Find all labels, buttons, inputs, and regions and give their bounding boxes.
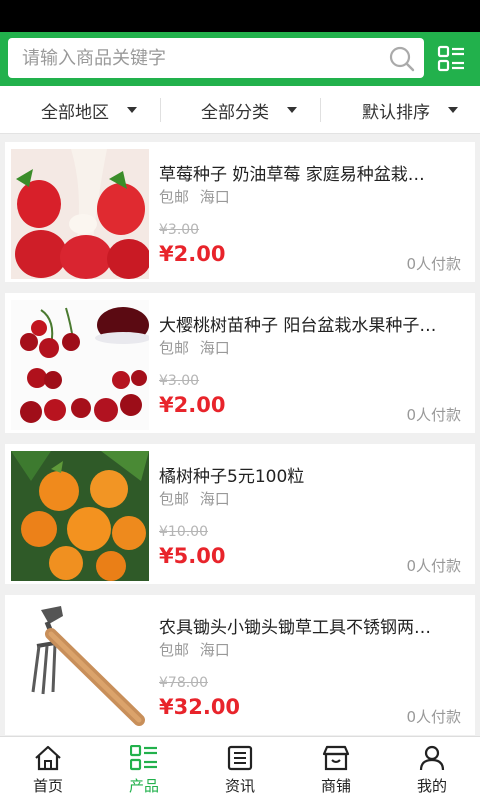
original-price: ¥10.00 — [159, 524, 208, 540]
product-title: 橘树种子5元100粒 — [159, 467, 305, 487]
shipping-tag: 包邮 — [159, 188, 190, 206]
divider — [320, 98, 321, 122]
caret-down-icon — [448, 107, 458, 113]
sale-price: ¥2.00 — [159, 393, 226, 417]
original-price: ¥3.00 — [159, 222, 200, 238]
shop-icon — [322, 745, 350, 771]
sales-count: 0人付款 — [406, 406, 461, 424]
filter-bar: 全部地区 全部分类 默认排序 — [0, 86, 480, 134]
product-title: 大樱桃树苗种子 阳台盆栽水果种子… — [159, 316, 437, 336]
product-image — [11, 602, 149, 732]
tab-home-label: 首页 — [32, 777, 63, 795]
product-grid-icon — [130, 745, 157, 771]
product-image — [11, 149, 149, 279]
sales-count: 0人付款 — [406, 255, 461, 273]
product-meta: 包邮 海口 — [159, 488, 230, 509]
sale-price: ¥5.00 — [159, 544, 226, 568]
sale-price: ¥2.00 — [159, 242, 226, 266]
news-icon — [227, 745, 253, 771]
product-meta: 包邮 海口 — [159, 186, 230, 207]
shipping-tag: 包邮 — [159, 339, 190, 357]
product-title: 草莓种子 奶油草莓 家庭易种盆栽… — [159, 165, 425, 185]
caret-down-icon — [287, 107, 297, 113]
product-image — [11, 451, 149, 581]
original-price: ¥3.00 — [159, 373, 200, 389]
tab-shop[interactable]: 商铺 — [288, 737, 384, 800]
sale-price: ¥32.00 — [159, 695, 241, 719]
search-icon[interactable] — [388, 45, 416, 73]
tab-home[interactable]: 首页 — [0, 737, 96, 800]
sales-count: 0人付款 — [406, 708, 461, 726]
filter-category[interactable]: 全部分类 — [201, 86, 297, 134]
product-card[interactable]: 橘树种子5元100粒 包邮 海口 ¥10.00 ¥5.00 0人付款 — [5, 444, 475, 584]
filter-region[interactable]: 全部地区 — [41, 86, 137, 134]
category-menu-icon[interactable] — [436, 44, 466, 74]
caret-down-icon — [127, 107, 137, 113]
product-list: 草莓种子 奶油草莓 家庭易种盆栽… 包邮 海口 ¥3.00 ¥2.00 0人付款 — [0, 134, 480, 736]
tab-products-label: 产品 — [128, 777, 159, 795]
home-icon — [35, 745, 61, 771]
shipping-tag: 包邮 — [159, 641, 190, 659]
tab-shop-label: 商铺 — [320, 777, 351, 795]
filter-category-label: 全部分类 — [201, 102, 269, 123]
shipping-tag: 包邮 — [159, 490, 190, 508]
location-tag: 海口 — [199, 641, 230, 659]
product-meta: 包邮 海口 — [159, 337, 230, 358]
divider — [160, 98, 161, 122]
tab-mine[interactable]: 我的 — [384, 737, 480, 800]
filter-sort-label: 默认排序 — [362, 102, 430, 123]
product-card[interactable]: 大樱桃树苗种子 阳台盆栽水果种子… 包邮 海口 ¥3.00 ¥2.00 0人付款 — [5, 293, 475, 433]
tab-news-label: 资讯 — [224, 777, 255, 795]
header-bar — [0, 32, 480, 86]
search-input[interactable] — [22, 46, 362, 70]
location-tag: 海口 — [199, 490, 230, 508]
product-card[interactable]: 草莓种子 奶油草莓 家庭易种盆栽… 包邮 海口 ¥3.00 ¥2.00 0人付款 — [5, 142, 475, 282]
tab-mine-label: 我的 — [416, 777, 447, 795]
status-bar — [0, 0, 480, 32]
tab-products[interactable]: 产品 — [96, 737, 192, 800]
user-icon — [419, 745, 445, 771]
product-title: 农具锄头小锄头锄草工具不锈钢两… — [159, 618, 431, 638]
location-tag: 海口 — [199, 339, 230, 357]
filter-region-label: 全部地区 — [41, 102, 109, 123]
location-tag: 海口 — [199, 188, 230, 206]
search-box[interactable] — [8, 38, 424, 78]
tab-news[interactable]: 资讯 — [192, 737, 288, 800]
original-price: ¥78.00 — [159, 675, 208, 691]
sales-count: 0人付款 — [406, 557, 461, 575]
product-image — [11, 300, 149, 430]
filter-sort[interactable]: 默认排序 — [362, 86, 458, 134]
bottom-tab-bar: 首页 产品 资讯 商铺 我的 — [0, 736, 480, 800]
product-card[interactable]: 农具锄头小锄头锄草工具不锈钢两… 包邮 海口 ¥78.00 ¥32.00 0人付… — [5, 595, 475, 735]
product-meta: 包邮 海口 — [159, 639, 230, 660]
